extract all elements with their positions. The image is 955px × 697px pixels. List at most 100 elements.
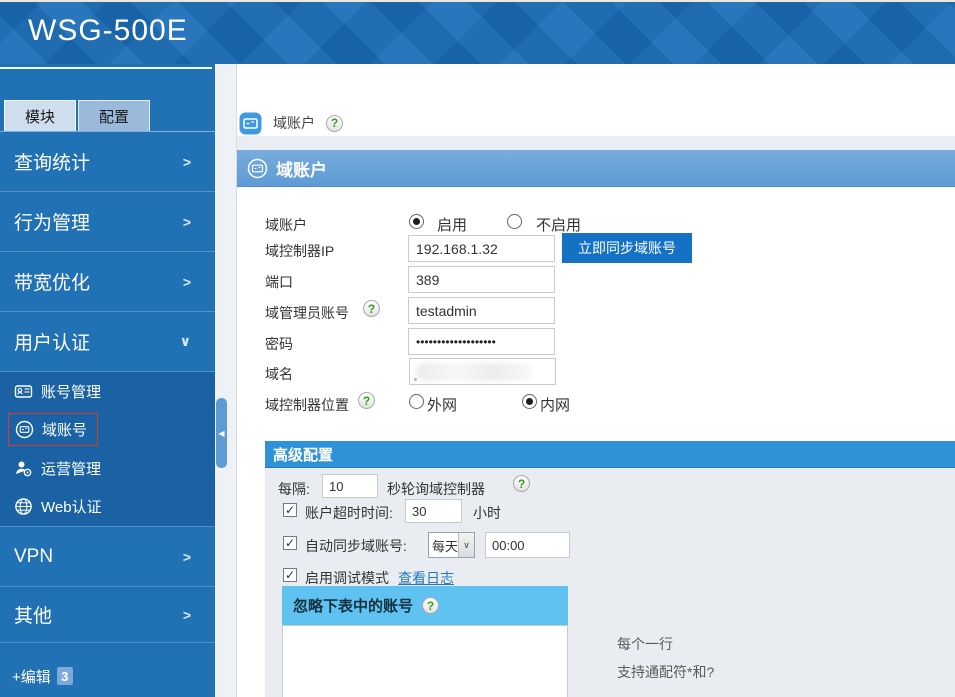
poll-prefix-label: 每隔:: [278, 479, 310, 499]
port-label: 端口: [265, 272, 293, 292]
timeout-input[interactable]: [405, 499, 462, 523]
dc-location-label: 域控制器位置: [265, 395, 349, 415]
ignore-list-header: 忽略下表中的账号 ?: [282, 586, 568, 625]
menu-label: 用户认证: [14, 328, 90, 355]
redaction-blur: [416, 363, 534, 381]
radio-disable[interactable]: [507, 214, 522, 229]
sidebar-item-bandwidth[interactable]: 带宽优化 >: [0, 252, 215, 312]
radio-external-label[interactable]: 外网: [427, 394, 457, 415]
autosync-checkbox[interactable]: ✓: [283, 536, 297, 550]
header-strip: [237, 136, 955, 150]
chevron-right-icon: >: [183, 154, 191, 170]
hint-wildcards: 支持通配符*和?: [617, 662, 714, 682]
menu-label: 其他: [14, 601, 52, 628]
help-icon[interactable]: ?: [326, 115, 343, 132]
menu-label: 行为管理: [14, 208, 90, 235]
poll-suffix-label: 秒轮询域控制器: [387, 479, 485, 499]
submenu-label: 账号管理: [41, 381, 101, 402]
radio-internal-label[interactable]: 内网: [540, 394, 570, 415]
domain-account-label: 域账户: [265, 215, 307, 235]
chevron-down-icon: ∨: [458, 533, 474, 557]
chevron-right-icon: >: [183, 274, 191, 290]
menu-label: VPN: [14, 546, 53, 568]
sidebar-item-account-mgmt[interactable]: 账号管理: [0, 372, 215, 411]
advanced-config-title: 高级配置: [273, 444, 333, 465]
sidebar-collapse-handle[interactable]: ◀: [216, 398, 227, 468]
debug-label: 启用调试模式: [305, 568, 389, 588]
id-card-icon: [14, 382, 33, 401]
tab-config[interactable]: 配置: [78, 100, 150, 131]
sidebar-item-operations[interactable]: 运营管理: [0, 449, 215, 488]
help-icon[interactable]: ?: [363, 300, 380, 317]
help-icon[interactable]: ?: [358, 392, 375, 409]
menu-label: 查询统计: [14, 148, 90, 175]
sidebar-item-other[interactable]: 其他 >: [0, 587, 215, 643]
page-title: 域账户: [273, 113, 315, 133]
ignore-list-title: 忽略下表中的账号: [293, 595, 413, 616]
domain-name-input-redacted[interactable]: [409, 358, 556, 385]
app-header: WSG-500E: [0, 0, 955, 64]
advanced-config-header: 高级配置: [265, 441, 955, 468]
chevron-right-icon: >: [183, 607, 191, 623]
sidebar-item-web-auth[interactable]: Web认证: [0, 488, 215, 527]
selected-item-outline: 域账号: [8, 413, 98, 446]
radio-external-network[interactable]: [409, 394, 424, 409]
chevron-right-icon: >: [183, 214, 191, 230]
help-icon[interactable]: ?: [513, 475, 530, 492]
poll-interval-input[interactable]: [322, 474, 378, 498]
radio-internal-network[interactable]: [522, 394, 537, 409]
sidebar-item-behavior[interactable]: 行为管理 >: [0, 192, 215, 252]
submenu-label: 域账号: [42, 419, 87, 440]
sidebar-item-query-stats[interactable]: 查询统计 >: [0, 132, 215, 192]
sidebar: 模块 配置 查询统计 > 行为管理 > 带宽优化 > 用户认证 ∨ 账号管理: [0, 64, 215, 697]
sidebar-gutter: ◀: [215, 64, 237, 697]
sync-domain-accounts-button[interactable]: 立即同步域账号: [562, 233, 692, 263]
admin-account-input[interactable]: [408, 297, 555, 324]
collapse-left-icon: ◀: [218, 429, 224, 438]
domain-account-icon: [247, 158, 268, 179]
help-icon[interactable]: ?: [422, 597, 439, 614]
sidebar-edit-row: +编辑 3: [0, 643, 215, 697]
radio-enable-label[interactable]: 启用: [437, 214, 467, 235]
submenu-label: 运营管理: [41, 458, 101, 479]
ignore-list-textarea[interactable]: [282, 625, 568, 697]
port-input[interactable]: [408, 266, 555, 293]
debug-checkbox[interactable]: ✓: [283, 568, 297, 582]
admin-account-label: 域管理员账号: [265, 303, 349, 323]
radio-enable[interactable]: [409, 214, 424, 229]
dc-ip-label: 域控制器IP: [265, 241, 334, 261]
dc-ip-input[interactable]: [408, 235, 555, 262]
breadcrumb: 域账户 ?: [237, 110, 343, 136]
autosync-label: 自动同步域账号:: [305, 536, 407, 556]
section-title: 域账户: [276, 156, 327, 181]
sidebar-tabs: 模块 配置: [0, 100, 215, 131]
sidebar-submenu-user-auth: 账号管理 域账号 运营管理 Web认证: [0, 372, 215, 527]
autosync-time-input[interactable]: [485, 532, 570, 558]
hint-one-per-line: 每个一行: [617, 634, 673, 654]
edit-count-badge[interactable]: 3: [57, 667, 73, 685]
sidebar-item-vpn[interactable]: VPN >: [0, 527, 215, 587]
app-title: WSG-500E: [28, 14, 188, 48]
select-value: 每天: [429, 533, 458, 557]
sidebar-menu: 查询统计 > 行为管理 > 带宽优化 > 用户认证 ∨ 账号管理: [0, 131, 215, 697]
advanced-config-panel: 高级配置 每隔: 秒轮询域控制器 ? ✓ 账户超时时间: 小时 ✓ 自动同步域账…: [265, 441, 955, 697]
timeout-label: 账户超时时间:: [305, 503, 393, 523]
password-input[interactable]: [408, 328, 555, 355]
submenu-label: Web认证: [41, 496, 102, 517]
radio-disable-label[interactable]: 不启用: [536, 214, 581, 235]
timeout-checkbox[interactable]: ✓: [283, 503, 297, 517]
autosync-frequency-select[interactable]: 每天 ∨: [428, 532, 475, 558]
timeout-unit-label: 小时: [473, 503, 501, 523]
section-header: 域账户: [237, 150, 955, 187]
password-label: 密码: [265, 334, 293, 354]
domain-name-label: 域名: [265, 364, 293, 384]
view-log-link[interactable]: 查看日志: [398, 568, 454, 588]
sidebar-item-domain-account[interactable]: 域账号: [0, 411, 215, 450]
operator-icon: [14, 459, 33, 478]
chevron-right-icon: >: [183, 549, 191, 565]
sidebar-item-user-auth[interactable]: 用户认证 ∨: [0, 312, 215, 372]
tab-modules[interactable]: 模块: [4, 100, 76, 131]
edit-button[interactable]: +编辑: [12, 666, 51, 687]
menu-label: 带宽优化: [14, 268, 90, 295]
redaction-dot: [414, 378, 417, 381]
